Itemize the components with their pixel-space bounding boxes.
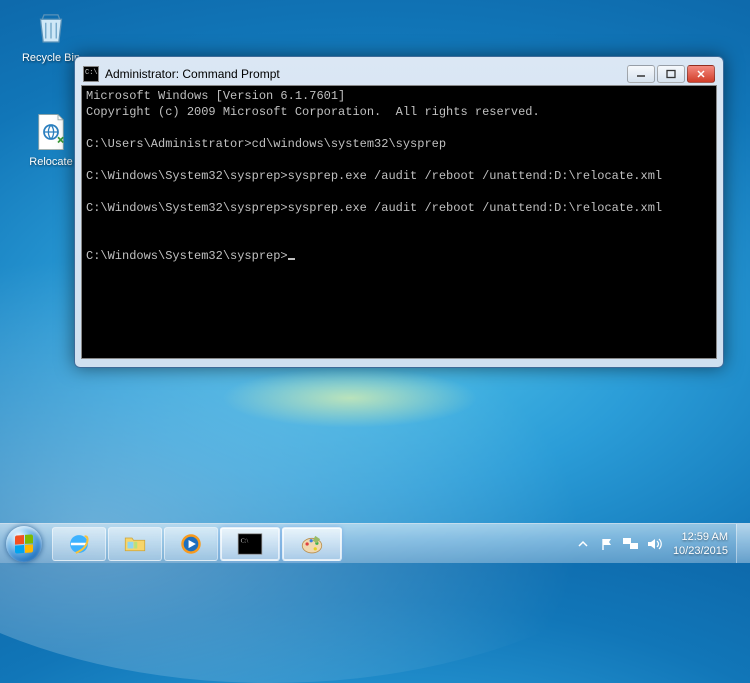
terminal-output[interactable]: Microsoft Windows [Version 6.1.7601] Cop… (81, 85, 717, 359)
terminal-line: C:\Windows\System32\sysprep>sysprep.exe … (86, 201, 662, 215)
terminal-line: Copyright (c) 2009 Microsoft Corporation… (86, 105, 540, 119)
paint-icon (298, 532, 326, 556)
clock-time: 12:59 AM (673, 530, 728, 544)
window-title: Administrator: Command Prompt (105, 67, 621, 81)
start-button[interactable] (0, 524, 48, 563)
clock[interactable]: 12:59 AM 10/23/2015 (673, 530, 728, 558)
chevron-up-icon[interactable] (575, 536, 591, 552)
show-desktop-button[interactable] (736, 524, 750, 563)
folder-icon (121, 532, 149, 556)
command-prompt-window[interactable]: Administrator: Command Prompt Microsoft … (74, 56, 724, 368)
minimize-button[interactable] (627, 65, 655, 83)
taskbar: C:\ 12:59 AM 10/23/2015 (0, 523, 750, 563)
network-icon[interactable] (623, 536, 639, 552)
system-tray: 12:59 AM 10/23/2015 (567, 524, 736, 563)
taskbar-item-command-prompt[interactable]: C:\ (220, 527, 280, 561)
terminal-line: C:\Windows\System32\sysprep> (86, 249, 288, 263)
recycle-bin-icon (29, 6, 73, 50)
xml-file-icon (29, 110, 73, 154)
clock-date: 10/23/2015 (673, 544, 728, 558)
taskbar-item-windows-explorer[interactable] (108, 527, 162, 561)
windows-logo-icon (6, 526, 42, 562)
internet-explorer-icon (65, 532, 93, 556)
close-button[interactable] (687, 65, 715, 83)
command-prompt-icon (83, 66, 99, 82)
terminal-line: Microsoft Windows [Version 6.1.7601] (86, 89, 345, 103)
terminal-line: C:\Users\Administrator>cd\windows\system… (86, 137, 446, 151)
desktop-icon-recycle-bin[interactable]: Recycle Bin (14, 6, 88, 64)
titlebar[interactable]: Administrator: Command Prompt (81, 63, 717, 85)
terminal-line: C:\Windows\System32\sysprep>sysprep.exe … (86, 169, 662, 183)
maximize-button[interactable] (657, 65, 685, 83)
svg-text:C:\: C:\ (241, 537, 249, 544)
taskbar-item-media-player[interactable] (164, 527, 218, 561)
taskbar-item-paint[interactable] (282, 527, 342, 561)
command-prompt-icon: C:\ (236, 532, 264, 556)
taskbar-item-internet-explorer[interactable] (52, 527, 106, 561)
volume-icon[interactable] (647, 536, 663, 552)
flag-icon[interactable] (599, 536, 615, 552)
media-player-icon (177, 532, 205, 556)
terminal-cursor (288, 258, 295, 260)
